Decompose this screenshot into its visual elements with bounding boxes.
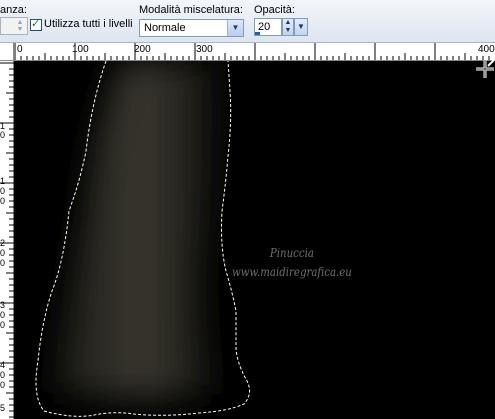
opacity-level-bar [255,32,261,35]
watermark-name: Pinuccia [269,246,314,260]
ruler-left-label: 5 [0,403,6,413]
ruler-top-label: 100 [72,44,89,55]
ruler-left-label: 0 [0,380,6,390]
blend-mode-select[interactable]: Normale ▼ [139,19,244,37]
canvas-drawing [35,61,250,417]
ruler-left-label: 2 [0,238,6,248]
ruler-left-label: 4 [0,360,6,370]
ruler-corner [0,43,14,61]
ruler-left-label: 1 [0,176,6,186]
ruler-top-label: 300 [196,44,213,55]
opacity-label: Opacità: [254,4,295,16]
ruler-left-label: 3 [0,300,6,310]
ruler-left-label: 0 [0,196,6,206]
watermark-url: www.maidiregrafica.eu [232,265,352,279]
ruler-left: 1 0 1 0 0 2 0 0 3 0 0 4 0 0 5 [0,61,14,419]
ruler-left-label: 0 [0,248,6,258]
ruler-top: 0 100 200 300 400 [14,43,495,61]
partial-label: anza: [0,4,27,16]
ruler-left-label: 0 [0,320,6,330]
ruler-top-label: 200 [134,44,151,55]
blurred-shape [54,61,214,399]
ruler-top-label: 400 [478,44,495,55]
ruler-left-label: 0 [0,310,6,320]
chevron-down-icon[interactable]: ▼ [227,20,243,36]
partial-stepper[interactable]: ▲ ▼ [0,17,28,35]
opacity-spin-icon[interactable]: ▲ ▼ [282,18,294,36]
blend-mode-value: Normale [144,22,186,34]
ruler-top-label: 0 [17,44,23,55]
watermark: Pinuccia www.maidiregrafica.eu [232,244,352,282]
ruler-left-label: 0 [0,130,6,140]
opacity-dropdown-icon[interactable]: ▼ [294,18,308,36]
image-canvas[interactable]: Pinuccia www.maidiregrafica.eu [14,61,495,419]
use-all-layers-checkbox[interactable] [30,17,42,31]
ruler-left-label: 0 [0,186,6,196]
stepper-arrows-icon: ▲ ▼ [16,19,24,33]
use-all-layers-label: Utilizza tutti i livelli [44,18,133,30]
crosshair-cursor-icon [476,59,495,78]
blend-mode-label: Modalità miscelatura: [139,4,243,16]
ruler-left-label: 0 [0,370,6,380]
opacity-field[interactable]: 20 [254,18,282,36]
toolbar: anza: ▲▼ Utilizza tutti i livelli Modali… [0,0,495,43]
ruler-left-label: 0 [0,258,6,268]
